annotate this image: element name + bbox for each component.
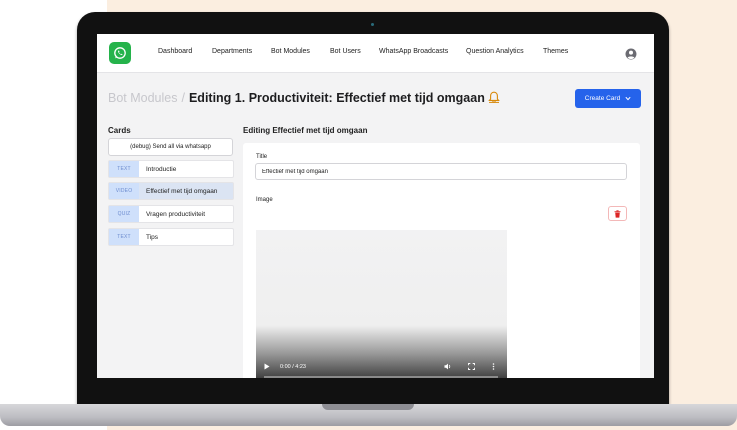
bell-icon xyxy=(488,91,500,103)
more-vertical-icon[interactable] xyxy=(492,363,495,370)
title-label: Title xyxy=(256,154,268,160)
card-item-label: Introductie xyxy=(146,165,177,173)
editing-heading: Editing Effectief met tijd omgaan xyxy=(243,126,368,135)
laptop-screen: Dashboard Departments Bot Modules Bot Us… xyxy=(97,34,654,384)
screen-bezel-bottom xyxy=(97,378,654,384)
card-type-badge: VIDEO xyxy=(109,183,139,199)
user-circle-icon[interactable] xyxy=(625,47,637,60)
card-type-badge: QUIZ xyxy=(109,206,139,222)
image-label: Image xyxy=(256,197,273,203)
breadcrumb-separator: / xyxy=(181,91,185,105)
delete-image-button[interactable] xyxy=(608,206,627,221)
card-item-introductie[interactable]: TEXT Introductie xyxy=(108,160,234,178)
nav-themes[interactable]: Themes xyxy=(543,48,568,55)
title-input[interactable] xyxy=(255,163,627,180)
card-item-effectief-met-tijd-omgaan[interactable]: VIDEO Effectief met tijd omgaan xyxy=(108,182,234,200)
nav-departments[interactable]: Departments xyxy=(212,48,252,55)
nav-bot-modules[interactable]: Bot Modules xyxy=(271,48,310,55)
video-player[interactable]: 0:00 / 4:23 xyxy=(256,230,507,384)
breadcrumb-parent-link[interactable]: Bot Modules xyxy=(108,91,177,105)
card-item-vragen-productiviteit[interactable]: QUIZ Vragen productiviteit xyxy=(108,205,234,223)
card-item-label: Vragen productiviteit xyxy=(146,210,206,218)
whatsapp-logo-icon[interactable] xyxy=(109,42,131,64)
card-item-label: Effectief met tijd omgaan xyxy=(146,187,218,195)
trash-icon xyxy=(614,209,621,218)
breadcrumb: Bot Modules / Editing 1. Productiviteit: E… xyxy=(108,91,500,105)
cards-heading: Cards xyxy=(108,126,131,135)
nav-dashboard[interactable]: Dashboard xyxy=(158,48,192,55)
page-title: Editing 1. Productiviteit: Effectief met… xyxy=(188,91,485,105)
volume-icon[interactable] xyxy=(444,363,452,370)
nav-bot-users[interactable]: Bot Users xyxy=(330,48,361,55)
card-type-badge: TEXT xyxy=(109,229,139,245)
fullscreen-icon[interactable] xyxy=(468,363,475,370)
laptop-notch xyxy=(322,404,414,410)
card-item-tips[interactable]: TEXT Tips xyxy=(108,228,234,246)
card-item-label: Tips xyxy=(146,233,159,241)
create-card-button[interactable]: Create Card xyxy=(575,89,641,108)
create-card-label: Create Card xyxy=(584,95,621,102)
card-type-badge: TEXT xyxy=(109,161,139,177)
video-time: 0:00 / 4:23 xyxy=(280,364,306,370)
navbar: Dashboard Departments Bot Modules Bot Us… xyxy=(97,34,654,73)
camera-icon xyxy=(371,23,374,26)
send-all-whatsapp-button[interactable]: (debug) Send all via whatsapp xyxy=(108,138,233,156)
nav-question-analytics[interactable]: Question Analytics xyxy=(466,48,524,55)
chevron-down-icon xyxy=(625,96,631,101)
play-icon[interactable] xyxy=(264,363,270,370)
nav-whatsapp-broadcasts[interactable]: WhatsApp Broadcasts xyxy=(379,48,448,55)
